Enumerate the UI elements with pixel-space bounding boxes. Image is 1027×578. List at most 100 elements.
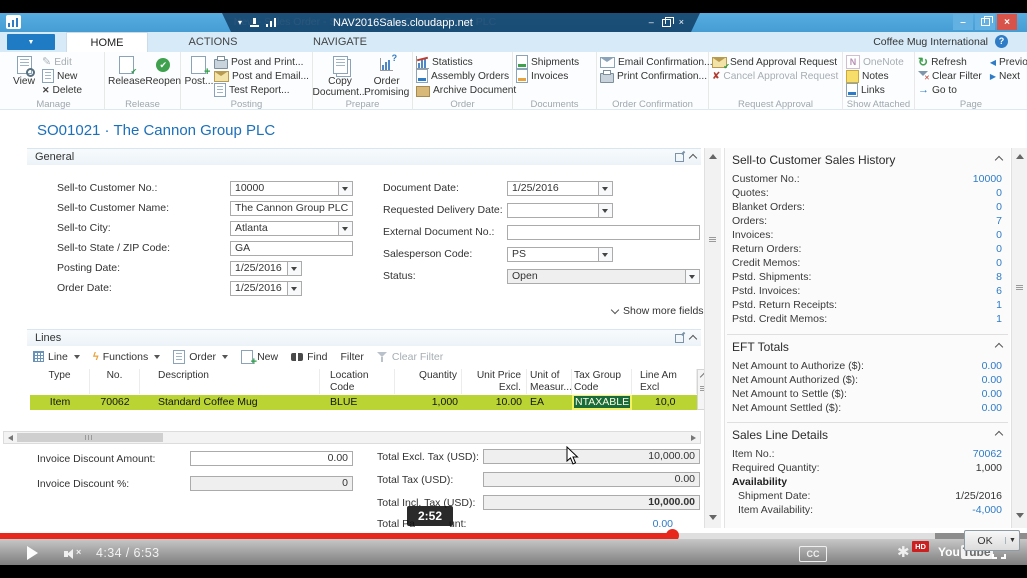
- help-icon[interactable]: ?: [995, 35, 1008, 48]
- tab-actions[interactable]: ACTIONS: [170, 32, 256, 52]
- reopen-button[interactable]: Reopen: [145, 54, 181, 87]
- selected-cell-text[interactable]: NTAXABLE: [574, 396, 630, 408]
- column-header-no[interactable]: No.: [90, 369, 140, 394]
- lines-horizontal-scrollbar[interactable]: [3, 431, 701, 444]
- popout-icon[interactable]: [675, 334, 684, 343]
- dropdown-arrow-icon[interactable]: [338, 222, 352, 235]
- cancel-approval-request-button[interactable]: Cancel Approval Request: [712, 70, 838, 82]
- email-confirmation-button[interactable]: Email Confirmation...: [600, 56, 713, 68]
- delete-button[interactable]: Delete: [42, 84, 82, 96]
- scroll-down-icon[interactable]: [1016, 513, 1024, 518]
- new-line-button[interactable]: New: [241, 350, 278, 364]
- edit-button[interactable]: Edit: [42, 56, 82, 68]
- posting-date-field[interactable]: 1/25/2016: [230, 261, 302, 276]
- dropdown-arrow-icon[interactable]: [338, 182, 352, 195]
- scroll-down-icon[interactable]: [709, 515, 717, 520]
- order-promising-button[interactable]: Order Promising: [364, 54, 409, 99]
- minimize-button[interactable]: –: [953, 14, 973, 30]
- archive-document-button[interactable]: Archive Document: [416, 84, 516, 96]
- invoices-button[interactable]: Invoices: [516, 70, 579, 82]
- sales-line-row[interactable]: Item 70062 Standard Coffee Mug BLUE 1,00…: [30, 395, 697, 410]
- rdp-pushpin-icon[interactable]: [250, 18, 259, 27]
- column-header-line-amount[interactable]: Line Am Excl: [632, 369, 697, 394]
- print-confirmation-button[interactable]: Print Confirmation...: [600, 70, 713, 82]
- scroll-left-icon[interactable]: [8, 435, 13, 441]
- document-date-field[interactable]: 1/25/2016: [507, 181, 613, 196]
- volume-muted-icon[interactable]: ×: [64, 549, 86, 559]
- assembly-orders-button[interactable]: Assembly Orders: [416, 70, 516, 82]
- scroll-up-icon[interactable]: [1016, 154, 1024, 159]
- dropdown-arrow-icon[interactable]: [598, 204, 612, 217]
- order-menu-button[interactable]: Order: [173, 350, 228, 364]
- invoice-discount-amount-field[interactable]: 0.00: [190, 451, 353, 466]
- dropdown-arrow-icon[interactable]: [598, 248, 612, 261]
- collapse-chevron-icon[interactable]: [995, 343, 1003, 351]
- sell-to-state-zip-field[interactable]: GA: [230, 241, 353, 256]
- cell-no[interactable]: 70062: [90, 395, 140, 410]
- ok-dropdown-arrow-icon[interactable]: ▼: [1005, 537, 1019, 544]
- view-button[interactable]: View: [6, 54, 42, 87]
- go-to-button[interactable]: Go to: [918, 84, 982, 96]
- scroll-right-icon[interactable]: [691, 435, 696, 441]
- rdp-unpin-chevron-icon[interactable]: ▾: [238, 18, 242, 27]
- line-menu-button[interactable]: Line: [33, 351, 80, 363]
- column-header-location-code[interactable]: Location Code: [320, 369, 395, 394]
- cell-line-amount[interactable]: 10,0: [632, 395, 697, 410]
- show-more-fields-link[interactable]: Show more fields: [612, 305, 704, 317]
- refresh-button[interactable]: Refresh: [918, 56, 982, 68]
- ok-button[interactable]: OK ▼: [964, 530, 1020, 551]
- cell-unit-of-measure[interactable]: EA: [527, 395, 572, 410]
- cell-location-code[interactable]: BLUE: [320, 395, 395, 410]
- scrollbar-grip[interactable]: [1016, 285, 1023, 290]
- invoice-discount-pct-field[interactable]: 0: [190, 476, 353, 491]
- sell-to-city-field[interactable]: Atlanta: [230, 221, 353, 236]
- factbox-vertical-scrollbar[interactable]: [1011, 148, 1027, 528]
- shipments-button[interactable]: Shipments: [516, 56, 579, 68]
- statistics-button[interactable]: Statistics: [416, 56, 516, 68]
- notes-button[interactable]: Notes: [846, 70, 904, 82]
- cell-quantity[interactable]: 1,000: [395, 395, 462, 410]
- requested-delivery-date-field[interactable]: [507, 203, 613, 218]
- application-menu-button[interactable]: ▼: [7, 34, 55, 50]
- popout-icon[interactable]: [675, 153, 684, 162]
- scroll-up-icon[interactable]: [709, 154, 717, 159]
- collapse-chevron-icon[interactable]: [995, 431, 1003, 439]
- send-approval-request-button[interactable]: Send Approval Request: [712, 56, 838, 68]
- functions-menu-button[interactable]: Functions: [93, 351, 160, 363]
- external-document-no-field[interactable]: [507, 225, 700, 240]
- clear-filter-button[interactable]: Clear Filter: [377, 351, 443, 363]
- lines-section-header[interactable]: Lines: [27, 329, 701, 346]
- column-header-unit-of-measure[interactable]: Unit of Measur...: [527, 369, 572, 394]
- column-header-description[interactable]: Description: [140, 369, 320, 394]
- sell-to-customer-no-field[interactable]: 10000: [230, 181, 353, 196]
- scrollbar-thumb[interactable]: [17, 433, 163, 442]
- general-section-header[interactable]: General: [27, 148, 701, 165]
- sell-to-customer-name-field[interactable]: The Cannon Group PLC: [230, 201, 353, 216]
- scrollbar-grip[interactable]: [709, 237, 716, 242]
- links-button[interactable]: Links: [846, 84, 904, 96]
- salesperson-code-field[interactable]: PS: [507, 247, 613, 262]
- order-date-field[interactable]: 1/25/2016: [230, 281, 302, 296]
- column-header-type[interactable]: Type: [30, 369, 90, 394]
- copy-document-button[interactable]: Copy Document...: [316, 54, 364, 99]
- next-button[interactable]: Next: [990, 70, 1027, 82]
- column-header-tax-group-code[interactable]: Tax Group Code: [572, 369, 632, 394]
- post-and-print-button[interactable]: Post and Print...: [214, 56, 309, 68]
- tab-home[interactable]: HOME: [66, 32, 148, 52]
- restore-button[interactable]: [975, 14, 995, 30]
- tab-navigate[interactable]: NAVIGATE: [290, 32, 390, 52]
- post-button[interactable]: Post...: [184, 54, 214, 87]
- filter-button[interactable]: Filter: [341, 351, 364, 363]
- dropdown-arrow-icon[interactable]: [287, 282, 301, 295]
- test-report-button[interactable]: Test Report...: [214, 84, 309, 96]
- post-and-email-button[interactable]: Post and Email...: [214, 70, 309, 82]
- status-field[interactable]: Open: [507, 269, 700, 284]
- collapse-chevron-icon[interactable]: [689, 153, 697, 161]
- dropdown-arrow-icon[interactable]: [287, 262, 301, 275]
- close-button[interactable]: ×: [997, 14, 1017, 30]
- rdp-minimize-button[interactable]: –: [649, 18, 654, 27]
- clear-filter-button[interactable]: Clear Filter: [918, 70, 982, 82]
- play-icon[interactable]: [27, 546, 38, 560]
- rdp-restore-button[interactable]: [662, 19, 671, 27]
- cell-unit-price[interactable]: 10.00: [462, 395, 527, 410]
